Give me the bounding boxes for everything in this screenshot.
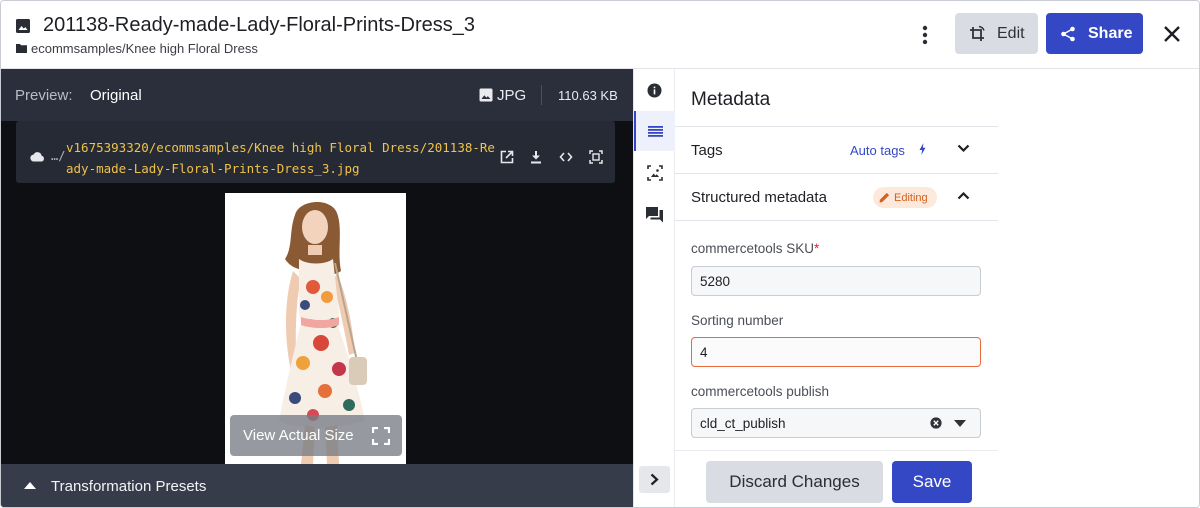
image-icon — [479, 88, 493, 102]
metadata-title: Metadata — [691, 89, 771, 110]
preview-mode-value[interactable]: Original — [90, 87, 142, 104]
auto-tags-link[interactable]: Auto tags — [850, 143, 905, 158]
header: 201138-Ready-made-Lady-Floral-Prints-Dre… — [1, 1, 1199, 69]
sorting-number-label: Sorting number — [691, 313, 784, 328]
metadata-panel: Metadata Tags Auto tags Structured metad… — [675, 69, 998, 507]
share-button[interactable]: Share — [1046, 13, 1143, 54]
folder-icon — [16, 44, 27, 53]
pencil-icon — [879, 192, 890, 203]
dropdown-arrow-icon[interactable] — [954, 420, 966, 427]
expand-panel-button[interactable] — [639, 466, 670, 493]
sku-field-label-text: commercetools SKU — [691, 241, 815, 256]
comment-icon — [646, 207, 663, 223]
tab-info[interactable] — [634, 70, 675, 110]
save-button[interactable]: Save — [892, 461, 972, 503]
sorting-number-input[interactable]: 4 — [691, 337, 981, 367]
list-icon — [648, 125, 663, 137]
crop-rotate-icon — [970, 25, 985, 41]
required-mark: * — [814, 241, 820, 256]
crop-frame-button[interactable] — [588, 149, 604, 165]
crop-frame-icon — [589, 150, 603, 164]
metadata-footer: Discard Changes Save — [675, 450, 998, 507]
editing-badge-label: Editing — [894, 191, 928, 204]
bolt-icon — [919, 143, 926, 155]
transformation-presets-toggle[interactable]: Transformation Presets — [1, 464, 633, 507]
sku-input-value: 5280 — [700, 273, 731, 289]
empty-area — [998, 69, 1199, 507]
file-format: JPG — [497, 87, 527, 104]
preview-toolbar: Preview: Original JPG 110.63 KB — [1, 69, 633, 121]
image-frame-icon — [646, 165, 663, 181]
folder-path[interactable]: ecommsamples/Knee high Floral Dress — [31, 41, 258, 56]
more-options-button[interactable] — [911, 21, 939, 49]
chevron-up-icon — [957, 191, 970, 200]
more-vertical-icon — [922, 25, 928, 45]
publish-select[interactable]: cld_ct_publish — [691, 408, 981, 438]
download-icon — [531, 151, 541, 164]
asset-title: 201138-Ready-made-Lady-Floral-Prints-Dre… — [43, 14, 476, 36]
publish-field-label: commercetools publish — [691, 384, 830, 399]
discard-changes-button[interactable]: Discard Changes — [706, 461, 883, 503]
view-actual-size-label: View Actual Size — [243, 427, 354, 444]
asset-url[interactable]: v1675393320/ecommsamples/Knee high Flora… — [66, 137, 498, 179]
side-tab-strip — [633, 69, 675, 507]
share-button-label: Share — [1088, 24, 1133, 42]
image-icon — [16, 19, 30, 33]
tab-image-analysis[interactable] — [634, 153, 675, 193]
file-size: 110.63 KB — [558, 88, 618, 103]
open-in-new-button[interactable] — [499, 149, 515, 165]
sorting-number-value: 4 — [700, 344, 708, 360]
tab-metadata[interactable] — [634, 111, 675, 151]
close-button[interactable] — [1159, 21, 1185, 47]
transformation-presets-label: Transformation Presets — [51, 478, 207, 495]
code-icon — [559, 152, 573, 162]
tags-section-header[interactable]: Tags Auto tags — [675, 127, 998, 173]
preview-panel: Preview: Original JPG 110.63 KB …/ v1675… — [1, 69, 633, 507]
chevron-up-icon — [24, 482, 36, 489]
cloud-icon — [30, 152, 44, 162]
download-button[interactable] — [528, 149, 544, 165]
embed-code-button[interactable] — [558, 149, 574, 165]
share-icon — [1061, 26, 1075, 41]
edit-button-label: Edit — [997, 24, 1025, 42]
structured-metadata-label: Structured metadata — [691, 189, 827, 206]
close-icon — [1164, 26, 1180, 42]
url-box: …/ v1675393320/ecommsamples/Knee high Fl… — [16, 121, 615, 183]
clear-icon[interactable] — [930, 417, 942, 429]
sku-field-label: commercetools SKU* — [691, 241, 819, 256]
edit-button[interactable]: Edit — [955, 13, 1038, 54]
asset-details-window: 201138-Ready-made-Lady-Floral-Prints-Dre… — [0, 0, 1200, 508]
tags-label: Tags — [691, 142, 723, 159]
url-ellipsis: …/ — [51, 149, 66, 163]
fullscreen-icon — [372, 427, 390, 445]
tab-comments[interactable] — [634, 195, 675, 235]
sku-input[interactable]: 5280 — [691, 266, 981, 296]
open-in-new-icon — [500, 150, 514, 164]
chevron-down-icon — [957, 144, 970, 153]
info-icon — [647, 83, 662, 97]
chevron-right-icon — [650, 473, 659, 486]
divider — [541, 85, 542, 105]
publish-select-value: cld_ct_publish — [700, 415, 786, 431]
editing-badge: Editing — [873, 187, 937, 208]
divider — [675, 220, 998, 221]
preview-label: Preview: — [15, 87, 73, 104]
view-actual-size-button[interactable]: View Actual Size — [230, 415, 402, 456]
structured-metadata-header[interactable]: Structured metadata Editing — [675, 174, 998, 220]
